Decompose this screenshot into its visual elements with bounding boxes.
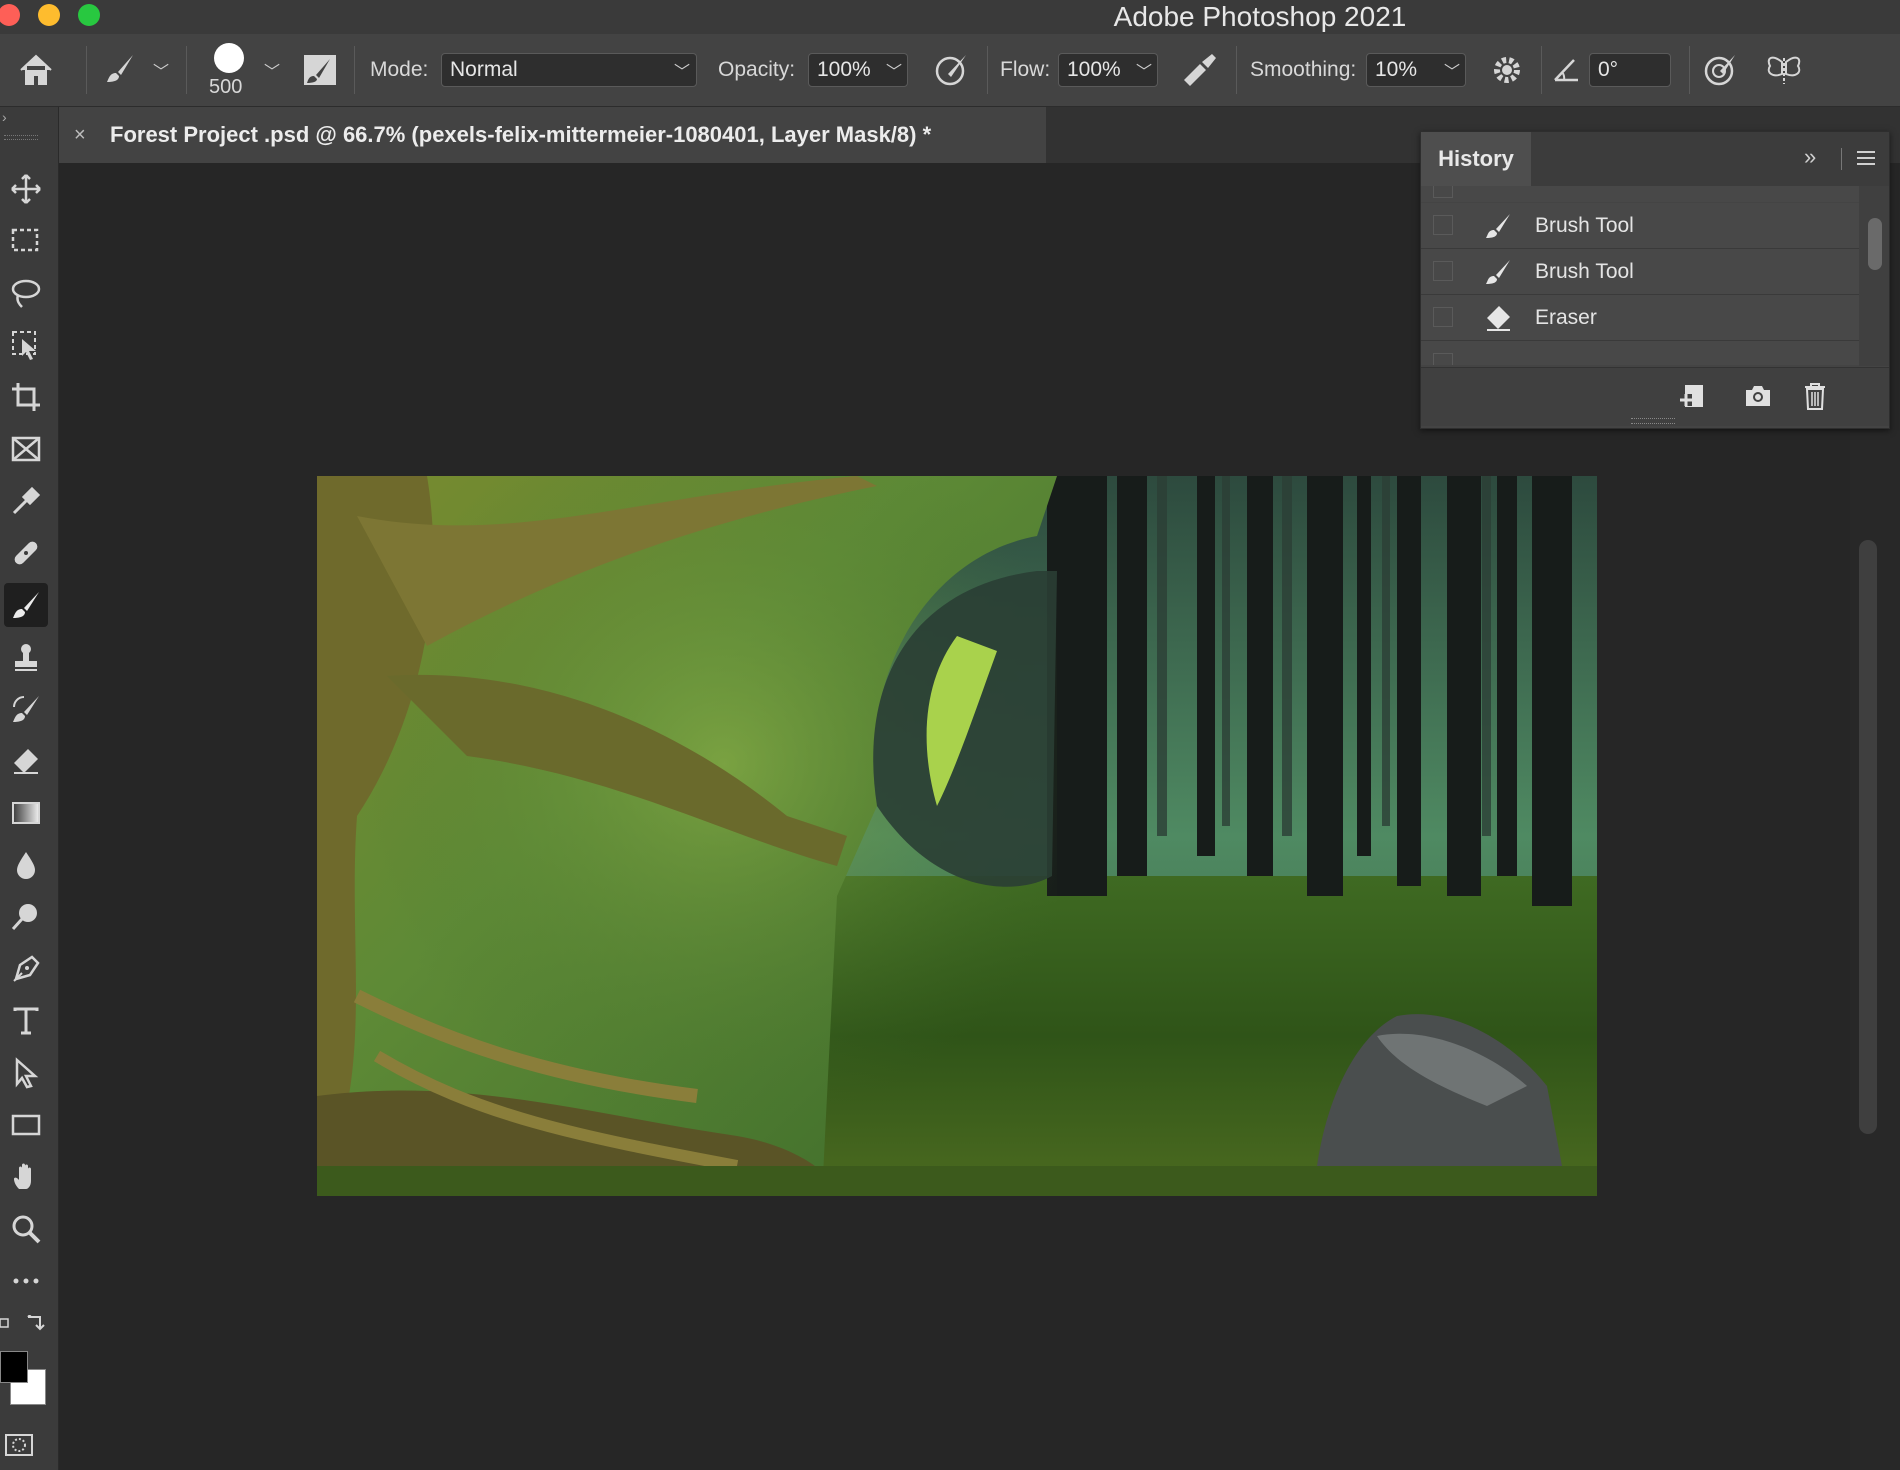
history-panel: History » Brush Tool Brush Tool Eraser	[1420, 131, 1890, 429]
history-state-checkbox[interactable]	[1433, 261, 1453, 281]
brush-icon	[1486, 260, 1510, 284]
chevron-down-icon[interactable]: ﹀	[153, 58, 169, 82]
quick-mask-icon[interactable]	[4, 1432, 34, 1458]
move-tool-icon[interactable]	[4, 167, 48, 211]
rectangle-tool-icon[interactable]	[4, 1103, 48, 1147]
lasso-tool-icon[interactable]	[4, 271, 48, 315]
zoom-tool-icon[interactable]	[4, 1207, 48, 1251]
history-panel-header	[1531, 132, 1889, 186]
history-item-label: Eraser	[1535, 306, 1597, 329]
crop-tool-icon[interactable]	[4, 375, 48, 419]
more-tools-icon[interactable]	[4, 1259, 48, 1303]
canvas-image[interactable]	[317, 476, 1597, 1196]
airbrush-icon[interactable]	[1180, 52, 1220, 88]
path-selection-tool-icon[interactable]	[4, 1051, 48, 1095]
object-selection-tool-icon[interactable]	[4, 323, 48, 367]
marquee-tool-icon[interactable]	[4, 219, 48, 263]
brush-size-preview[interactable]	[214, 43, 244, 73]
mode-select[interactable]: Normal	[441, 53, 697, 87]
gradient-tool-icon[interactable]	[4, 791, 48, 835]
clone-stamp-tool-icon[interactable]	[4, 635, 48, 679]
history-item[interactable]: Brush Tool	[1421, 249, 1859, 295]
brush-size-value: 500	[209, 76, 243, 98]
brush-preset-icon[interactable]	[103, 52, 137, 86]
symmetry-butterfly-icon[interactable]	[1764, 52, 1804, 88]
history-item-label: Brush Tool	[1535, 214, 1634, 237]
panel-menu-icon[interactable]	[1856, 149, 1876, 167]
mode-label: Mode:	[370, 58, 429, 81]
history-brush-tool-icon[interactable]	[4, 687, 48, 731]
swap-colors-icon[interactable]	[24, 1312, 46, 1335]
history-scroll-thumb[interactable]	[1868, 218, 1882, 270]
brush-settings-icon[interactable]	[302, 53, 338, 87]
chevron-down-icon[interactable]: ﹀	[264, 58, 280, 82]
pressure-size-icon[interactable]	[1702, 52, 1738, 88]
history-item-label: Brush Tool	[1535, 260, 1634, 283]
canvas-scroll-thumb[interactable]	[1859, 540, 1877, 1134]
history-item-partial	[1421, 341, 1859, 365]
smoothing-label: Smoothing:	[1250, 58, 1357, 81]
chevron-down-icon[interactable]: ﹀	[1136, 58, 1152, 82]
dodge-tool-icon[interactable]	[4, 895, 48, 939]
history-state-checkbox[interactable]	[1433, 215, 1453, 235]
chevron-down-icon[interactable]: ﹀	[886, 58, 902, 82]
blur-tool-icon[interactable]	[4, 843, 48, 887]
pen-tool-icon[interactable]	[4, 947, 48, 991]
healing-brush-tool-icon[interactable]	[4, 531, 48, 575]
default-colors-icon[interactable]	[0, 1315, 10, 1328]
history-state-checkbox[interactable]	[1433, 307, 1453, 327]
history-item[interactable]: Brush Tool	[1421, 203, 1859, 249]
eyedropper-tool-icon[interactable]	[4, 479, 48, 523]
chevron-down-icon: ﹀	[674, 64, 691, 81]
foreground-color-swatch[interactable]	[0, 1351, 28, 1383]
history-tab[interactable]: History	[1421, 132, 1531, 186]
app-title: Adobe Photoshop 2021	[1113, 1, 1407, 32]
collapse-panel-icon[interactable]: »	[1804, 144, 1816, 170]
chevron-down-icon[interactable]: ﹀	[1444, 58, 1460, 82]
brush-icon	[1486, 214, 1510, 238]
eraser-tool-icon[interactable]	[4, 739, 48, 783]
history-item[interactable]: Eraser	[1421, 295, 1859, 341]
new-document-from-state-icon[interactable]	[1677, 382, 1707, 412]
expand-toolbar-icon[interactable]: ›	[2, 109, 7, 125]
panel-resize-grip[interactable]	[1631, 418, 1675, 424]
brush-tool-icon[interactable]	[4, 583, 48, 627]
history-item-partial	[1421, 186, 1859, 202]
close-tab-icon[interactable]: ×	[74, 107, 86, 163]
pressure-opacity-icon[interactable]	[933, 52, 969, 88]
frame-tool-icon[interactable]	[4, 427, 48, 471]
trash-icon[interactable]	[1803, 382, 1827, 410]
forest-composite-image	[317, 476, 1597, 1196]
gear-icon[interactable]	[1490, 53, 1524, 87]
opacity-label: Opacity:	[718, 58, 796, 81]
hand-tool-icon[interactable]	[4, 1155, 48, 1199]
eraser-icon	[1487, 306, 1510, 331]
type-tool-icon[interactable]	[4, 999, 48, 1043]
toolbar-grip[interactable]	[4, 135, 38, 140]
camera-snapshot-icon[interactable]	[1744, 384, 1772, 408]
angle-input[interactable]: 0°	[1589, 53, 1671, 87]
flow-label: Flow:	[1000, 58, 1051, 81]
options-bar: ﹀ 500 ﹀ Mode: Normal ﹀ Opacity: 100% ﹀ F…	[0, 34, 1900, 107]
tools-panel: ›	[0, 107, 59, 1470]
document-tab-label[interactable]: Forest Project .psd @ 66.7% (pexels-feli…	[110, 107, 931, 163]
angle-icon	[1554, 59, 1578, 82]
home-icon[interactable]	[18, 53, 54, 87]
history-scrollbar[interactable]	[1859, 186, 1889, 366]
title-bar: Adobe Photoshop 2021	[0, 0, 1900, 34]
